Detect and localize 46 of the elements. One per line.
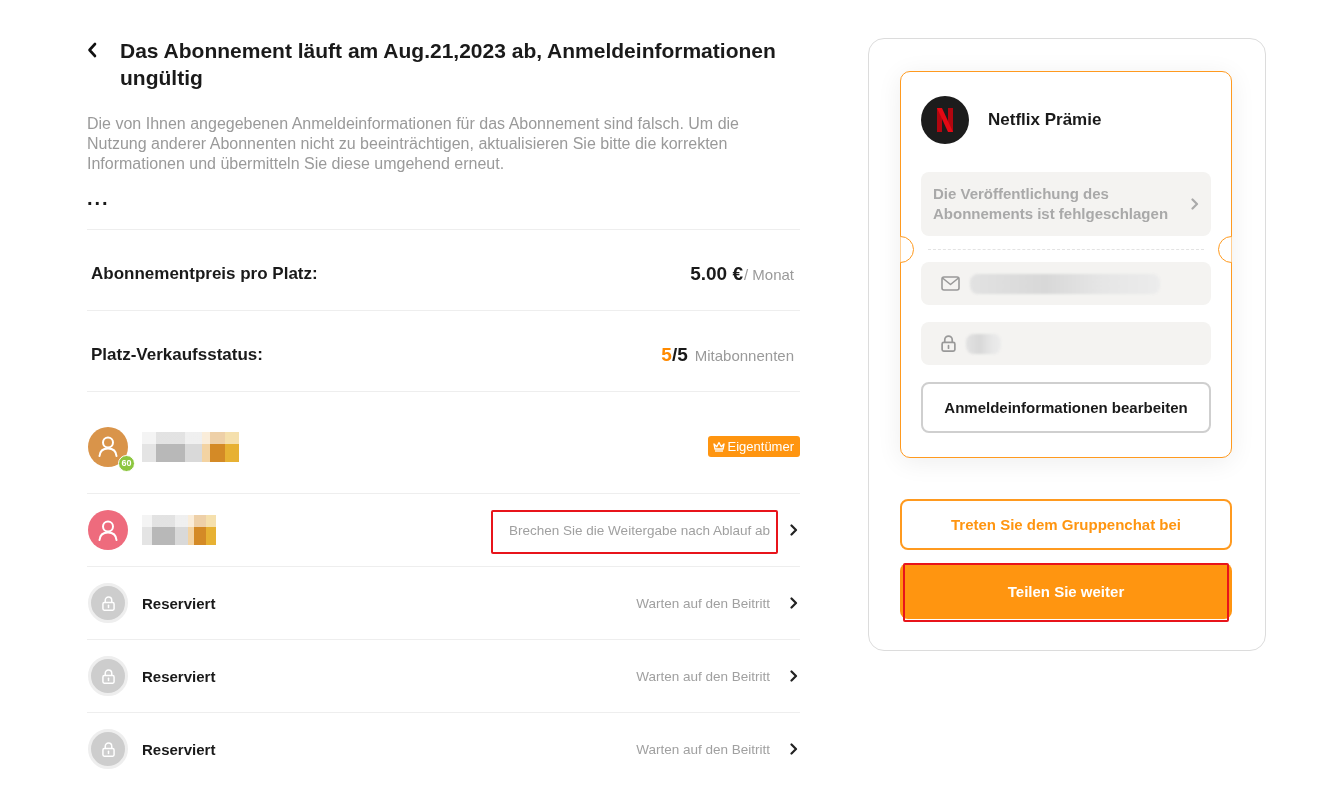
chevron-right-icon [790,743,798,755]
logo-icon [921,96,969,144]
chevron-right-icon [790,670,798,682]
page-title: Das Abonnement läuft am Aug.21,2023 ab, Anmeldeinformationen ungültig [120,38,777,91]
lock-icon [941,335,956,352]
member-name: Reserviert [142,667,216,685]
chevron-right-icon [1191,198,1199,210]
member-action-link[interactable]: Warten auf den Beitritt [636,668,770,684]
member-action-link[interactable]: Warten auf den Beitritt [636,741,770,757]
lock-icon [101,595,115,611]
owner-label: Eigentümer [727,439,794,454]
lock-icon [101,741,115,757]
status-message-button[interactable]: Die Veröffentlichung des Abonnements ist fehlgeschlagen [921,172,1211,236]
row-chevron-button[interactable] [790,742,800,756]
row-chevron-button[interactable] [790,523,800,537]
user-icon [98,519,118,541]
group-chat-button[interactable]: Treten Sie dem Gruppenchat bei [900,499,1232,550]
member-action-link[interactable]: Warten auf den Beitritt [636,595,770,611]
price-value: 5.00 € [690,263,743,285]
email-field[interactable] [921,262,1211,305]
row-chevron-button[interactable] [790,669,800,683]
seats-unit: Mitabonnenten [694,347,794,364]
back-icon [87,42,97,58]
level-badge: 60 [118,454,135,472]
edit-credentials-button[interactable]: Anmeldeinformationen bearbeiten [921,382,1211,433]
member-action-link[interactable]: Brechen Sie die Weitergabe nach Ablauf ab [509,522,770,538]
sold-count: 5 [661,344,672,366]
service-name: Netflix Prämie [988,110,1102,130]
chevron-right-icon [790,597,798,609]
member-name: Reserviert [142,740,216,758]
mail-icon [941,276,960,291]
lock-icon [101,668,115,684]
member-name: Reserviert [142,594,216,612]
chevron-right-icon [790,524,798,536]
row-chevron-button[interactable] [790,596,800,610]
crown-icon [712,441,725,452]
error-description: Die von Ihnen angegebenen Anmeldeinformationen für das Abonnement sind falsch. Um die Nutzung anderer Abonnenten nicht zu beeinträchtigen, aktualisieren Sie bitte die korrekten Informationen und übermitteln Sie diese umgehend erneut. [87,114,740,174]
summary-label: Abonnementpreis pro Platz: [91,264,318,284]
price-unit: / Monat [743,266,794,283]
total-count: /5 [671,344,688,366]
more-dots[interactable]: ... [87,188,110,208]
share-button[interactable]: Teilen Sie weiter [900,563,1232,619]
summary-label: Platz-Verkaufsstatus: [91,345,263,365]
back-button[interactable] [87,42,97,58]
user-icon [98,436,118,457]
password-field[interactable] [921,322,1211,365]
